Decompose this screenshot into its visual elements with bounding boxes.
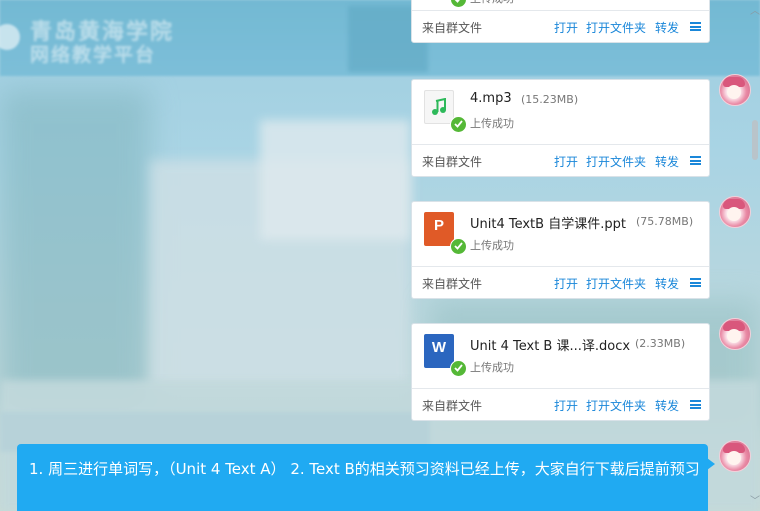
file-source: 来自群文件 xyxy=(422,155,483,169)
message-bubble[interactable]: 1. 周三进行单词写，（Unit 4 Text A） 2. Text B的相关预… xyxy=(17,444,715,511)
open-folder-button[interactable]: 打开文件夹 xyxy=(586,19,646,36)
file-card-ppt[interactable]: P Unit4 TextB 自学课件.ppt (75.78MB) 上传成功 来自… xyxy=(411,201,710,299)
file-size: (75.78MB) xyxy=(636,215,694,228)
file-size: (2.33MB) xyxy=(635,337,686,350)
file-card-footer: 来自群文件 打开 打开文件夹 转发 xyxy=(412,10,709,42)
file-name: 4.mp3 xyxy=(470,91,512,106)
upload-success-icon xyxy=(450,0,467,8)
scroll-up-icon[interactable]: ︿ xyxy=(750,2,760,17)
open-button[interactable]: 打开 xyxy=(554,275,578,292)
scrollbar-thumb[interactable] xyxy=(752,120,758,160)
open-folder-button[interactable]: 打开文件夹 xyxy=(586,153,646,170)
file-card-footer: 来自群文件 打开 打开文件夹 转发 xyxy=(412,388,709,420)
file-source: 来自群文件 xyxy=(422,277,483,291)
avatar[interactable] xyxy=(719,440,751,472)
file-card-footer: 来自群文件 打开 打开文件夹 转发 xyxy=(412,144,709,176)
file-name: Unit4 TextB 自学课件.ppt xyxy=(470,217,626,232)
upload-success-icon xyxy=(450,116,467,133)
open-button[interactable]: 打开 xyxy=(554,397,578,414)
file-source: 来自群文件 xyxy=(422,21,483,35)
word-file-icon: W xyxy=(424,334,454,368)
file-card-mp3[interactable]: 4.mp3 (15.23MB) 上传成功 来自群文件 打开 打开文件夹 转发 xyxy=(411,79,710,177)
upload-success-icon xyxy=(450,360,467,377)
forward-button[interactable]: 转发 xyxy=(655,19,679,36)
file-status: 上传成功 xyxy=(470,361,514,374)
music-file-icon xyxy=(424,90,454,124)
avatar[interactable] xyxy=(719,318,751,350)
file-name: Unit 4 Text B 课...译.docx xyxy=(470,339,631,354)
file-size: (15.23MB) xyxy=(521,93,579,106)
message-text: 1. 周三进行单词写，（Unit 4 Text A） 2. Text B的相关预… xyxy=(29,460,700,478)
avatar[interactable] xyxy=(719,74,751,106)
file-source: 来自群文件 xyxy=(422,399,483,413)
forward-button[interactable]: 转发 xyxy=(655,153,679,170)
file-status: 上传成功 xyxy=(470,0,514,6)
file-status: 上传成功 xyxy=(470,117,514,130)
file-card-docx[interactable]: W Unit 4 Text B 课...译.docx (2.33MB) 上传成功… xyxy=(411,323,710,421)
upload-success-icon xyxy=(450,238,467,255)
powerpoint-file-icon: P xyxy=(424,212,454,246)
avatar[interactable] xyxy=(719,196,751,228)
file-status: 上传成功 xyxy=(470,239,514,252)
open-button[interactable]: 打开 xyxy=(554,19,578,36)
scroll-down-icon[interactable]: ﹀ xyxy=(750,492,760,507)
school-name-line2: 网络教学平台 xyxy=(30,44,157,66)
file-card-previous: 上传成功 来自群文件 打开 打开文件夹 转发 xyxy=(411,0,710,43)
more-menu-icon[interactable] xyxy=(690,278,701,287)
forward-button[interactable]: 转发 xyxy=(655,275,679,292)
open-folder-button[interactable]: 打开文件夹 xyxy=(586,275,646,292)
file-card-footer: 来自群文件 打开 打开文件夹 转发 xyxy=(412,266,709,298)
open-button[interactable]: 打开 xyxy=(554,153,578,170)
open-folder-button[interactable]: 打开文件夹 xyxy=(586,397,646,414)
more-menu-icon[interactable] xyxy=(690,400,701,409)
forward-button[interactable]: 转发 xyxy=(655,397,679,414)
more-menu-icon[interactable] xyxy=(690,22,701,31)
more-menu-icon[interactable] xyxy=(690,156,701,165)
